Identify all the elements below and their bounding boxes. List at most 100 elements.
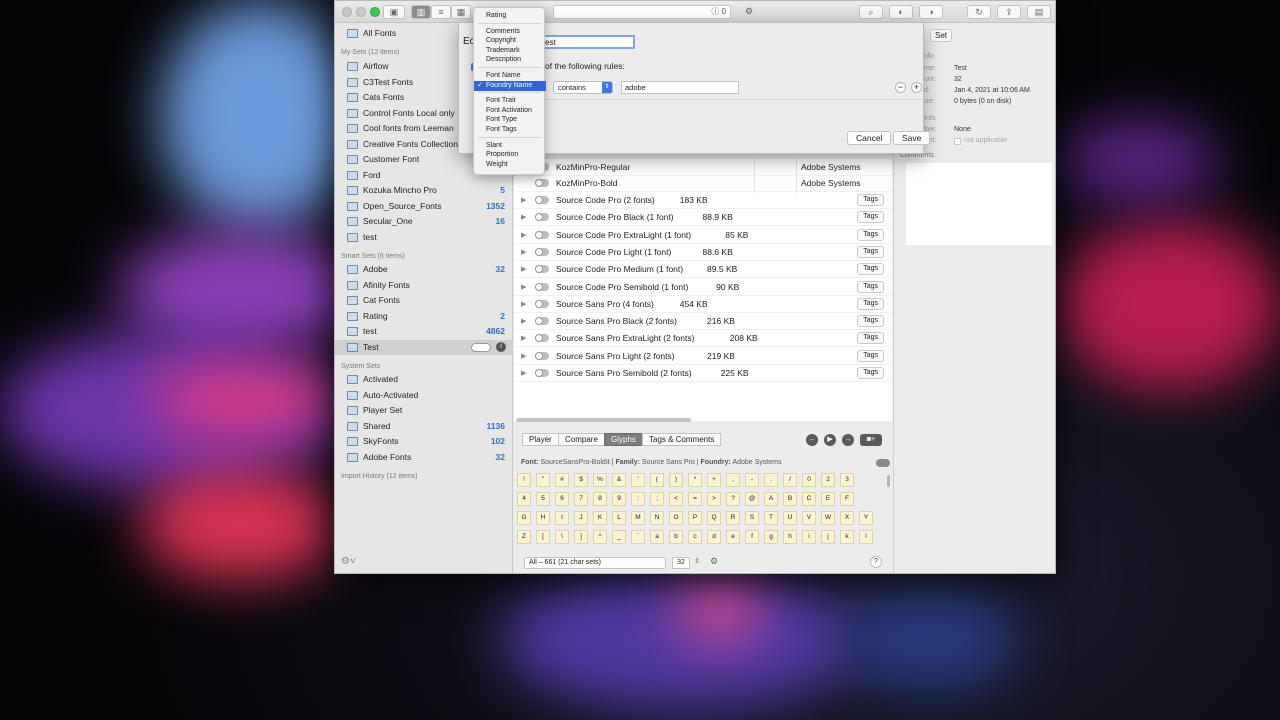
menu-item[interactable]: Description (474, 55, 546, 65)
glyph-cell[interactable]: j (821, 530, 835, 544)
sidebar-item[interactable]: Adobe 32 (335, 262, 513, 277)
glyph-cell[interactable]: g (764, 530, 778, 544)
camera-icon[interactable]: ◙+ (860, 434, 882, 446)
glyph-cell[interactable]: P (688, 511, 702, 525)
glyph-cell[interactable]: 0 (802, 473, 816, 487)
menu-item[interactable]: ✓ Foundry Name (474, 80, 546, 91)
tags-button[interactable]: Tags (857, 245, 884, 258)
set-activation-toggle[interactable] (471, 342, 491, 352)
glyph-cell[interactable]: a (650, 530, 664, 544)
font-row[interactable]: ▶ Source Code Pro Semibold (1 font) 90 KB T… (514, 279, 892, 296)
font-activation-toggle[interactable] (535, 369, 549, 377)
glyph-cell[interactable]: W (821, 511, 835, 525)
glyph-cell[interactable]: G (517, 511, 531, 525)
glyph-cell[interactable]: 7 (574, 492, 588, 506)
sidebar-item[interactable]: Auto-Activated (335, 388, 513, 403)
font-activation-toggle[interactable] (535, 265, 549, 274)
sidebar-item[interactable]: Player Set (335, 403, 513, 418)
sidebar-item[interactable]: Shared 1136 (335, 419, 513, 434)
font-activation-toggle[interactable] (535, 299, 549, 308)
disclosure-triangle-icon[interactable]: ▶ (521, 279, 526, 296)
glyph-cell[interactable]: d (707, 530, 721, 544)
sidebar-item[interactable]: Kozuka Mincho Pro 5 (335, 183, 513, 198)
sidebar-item[interactable]: Rating 2 (335, 309, 513, 324)
rule-value-input[interactable]: adobe (621, 81, 739, 94)
set-button[interactable]: Set (930, 29, 953, 42)
glyph-cell[interactable]: ' (631, 473, 645, 487)
sidebar-item[interactable]: test (335, 230, 513, 245)
glyph-cell[interactable]: Y (859, 511, 873, 525)
font-row[interactable]: ▶ Source Code Pro (2 fonts) 183 KB Tags (514, 192, 892, 209)
switch-icon[interactable]: ◑ (919, 5, 943, 19)
save-button[interactable]: Save (893, 131, 931, 145)
menu-item[interactable]: Copyright (474, 36, 546, 46)
font-activation-toggle[interactable] (535, 282, 549, 291)
next-icon[interactable]: → (842, 434, 854, 446)
play-icon[interactable]: ▶ (824, 434, 836, 446)
glyph-cell[interactable]: 5 (536, 492, 550, 506)
sidebar-item[interactable]: Secular_One 16 (335, 214, 513, 229)
glyph-cell[interactable]: F (840, 492, 854, 506)
font-row[interactable]: ▶ Source Sans Pro Semibold (2 fonts) 225 K… (514, 365, 892, 382)
glyph-cell[interactable]: I (555, 511, 569, 525)
tags-button[interactable]: Tags (857, 228, 884, 241)
glyph-cell[interactable]: L (612, 511, 626, 525)
minimize-window-button[interactable] (356, 7, 366, 17)
share-icon[interactable]: ⇪ (997, 5, 1021, 19)
glyph-cell[interactable]: > (707, 492, 721, 506)
font-row[interactable]: ▶ Source Sans Pro Light (2 fonts) 219 KB Ta… (514, 348, 892, 365)
sidebar-item[interactable]: Test i (335, 339, 513, 355)
font-row[interactable]: ▶ Source Code Pro ExtraLight (1 font) 85 K… (514, 227, 892, 244)
font-row[interactable]: KozMinPro-Regular Adobe Systems (514, 159, 892, 176)
menu-item[interactable]: Font Name (474, 71, 546, 81)
tab-tags-comments[interactable]: Tags & Comments (642, 433, 722, 446)
not-applicable-checkbox[interactable] (954, 138, 961, 145)
list-view-icon[interactable]: ≡ (431, 5, 451, 19)
tags-button[interactable]: Tags (857, 332, 884, 345)
font-activation-toggle[interactable] (535, 351, 549, 360)
menu-item[interactable]: Comments (474, 27, 546, 37)
tags-button[interactable]: Tags (857, 349, 884, 362)
sidebar-toggle-icon[interactable]: ▣ (383, 5, 405, 19)
font-activation-toggle[interactable] (535, 247, 549, 256)
glyph-cell[interactable]: f (745, 530, 759, 544)
tags-button[interactable]: Tags (857, 297, 884, 310)
tags-button[interactable]: Tags (857, 194, 884, 206)
glyph-cell[interactable]: V (802, 511, 816, 525)
disclosure-triangle-icon[interactable]: ▶ (521, 227, 526, 244)
tab-compare[interactable]: Compare (558, 433, 605, 446)
glyph-cell[interactable]: h (783, 530, 797, 544)
disclosure-triangle-icon[interactable]: ▶ (521, 261, 526, 278)
font-activation-toggle[interactable] (535, 213, 549, 222)
glyph-cell[interactable]: R (726, 511, 740, 525)
tags-button[interactable]: Tags (857, 315, 884, 328)
glyph-cell[interactable]: [ (536, 530, 550, 544)
disclosure-triangle-icon[interactable]: ▶ (521, 313, 526, 330)
glyph-cell[interactable]: " (536, 473, 550, 487)
glyph-cell[interactable]: k (840, 530, 854, 544)
tags-button[interactable]: Tags (857, 211, 884, 224)
stepper-icon[interactable]: ⇕ (694, 557, 700, 565)
glyph-cell[interactable]: : (631, 492, 645, 506)
glyph-cell[interactable]: ^ (593, 530, 607, 544)
font-row[interactable]: KozMinPro-Bold Adobe Systems (514, 175, 892, 192)
font-row[interactable]: ▶ Source Code Pro Medium (1 font) 89.5 KB T… (514, 261, 892, 279)
magnify-icon[interactable]: ⌕ (859, 5, 883, 19)
glyph-cell[interactable]: ] (574, 530, 588, 544)
previous-icon[interactable]: ← (806, 434, 818, 446)
glyph-scrollbar[interactable] (887, 475, 890, 487)
glyph-size-field[interactable]: 32 (672, 557, 690, 569)
glyph-cell[interactable]: _ (612, 530, 626, 544)
glyph-cell[interactable]: 9 (612, 492, 626, 506)
close-window-button[interactable] (342, 7, 352, 17)
glyph-cell[interactable]: + (707, 473, 721, 487)
glyph-cell[interactable]: ` (631, 530, 645, 544)
sidebar-item[interactable]: test 4862 (335, 324, 513, 339)
info-icon[interactable]: i (496, 341, 506, 352)
glyph-cell[interactable]: $ (574, 473, 588, 487)
horizontal-scrollbar[interactable] (516, 418, 691, 422)
glyph-cell[interactable]: ) (669, 473, 683, 487)
add-rule-button[interactable]: + (911, 82, 922, 93)
glyph-cell[interactable]: N (650, 511, 664, 525)
glyph-cell[interactable]: . (764, 473, 778, 487)
